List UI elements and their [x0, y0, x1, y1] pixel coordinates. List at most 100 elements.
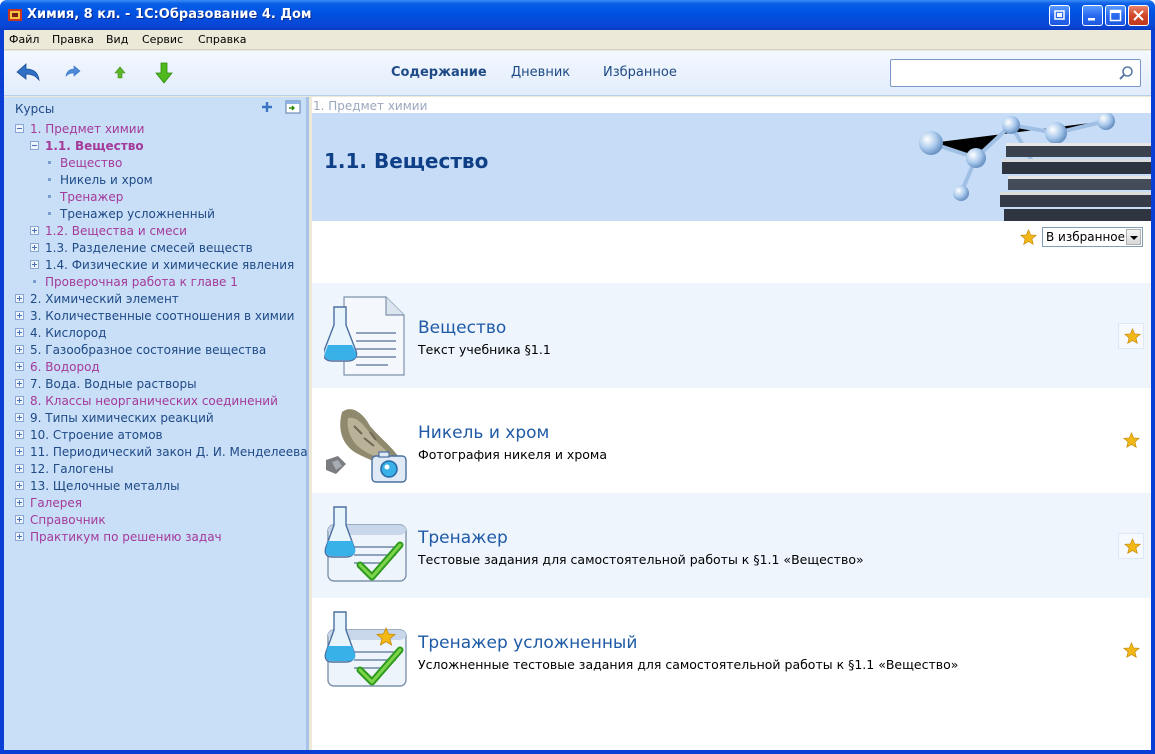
tree-item[interactable]: Проверочная работа к главе 1 — [4, 274, 304, 291]
menu-view[interactable]: Вид — [106, 33, 128, 46]
expand-icon[interactable] — [15, 413, 24, 422]
menu-service[interactable]: Сервис — [142, 33, 183, 46]
expand-icon[interactable] — [15, 294, 24, 303]
tree-item-label[interactable]: 11. Периодический закон Д. И. Менделеева — [30, 445, 308, 459]
expand-icon[interactable] — [15, 515, 24, 524]
menu-edit[interactable]: Правка — [52, 33, 94, 46]
tree-item[interactable]: 11. Периодический закон Д. И. Менделеева — [4, 444, 308, 461]
tree-item[interactable]: 8. Классы неорганических соединений — [4, 393, 304, 410]
tree-item-label[interactable]: 1.3. Разделение смесей веществ — [45, 241, 253, 255]
search-icon[interactable] — [1118, 65, 1134, 81]
tab-diary[interactable]: Дневник — [511, 65, 570, 80]
tab-favorites[interactable]: Избранное — [603, 65, 677, 80]
expand-icon[interactable] — [15, 464, 24, 473]
expand-icon[interactable] — [15, 362, 24, 371]
tree-item[interactable]: 10. Строение атомов — [4, 427, 304, 444]
tree-item[interactable]: Галерея — [4, 495, 304, 512]
tree-item-label[interactable]: Тренажер — [60, 190, 123, 204]
tree-item[interactable]: 12. Галогены — [4, 461, 304, 478]
add-icon[interactable] — [261, 101, 273, 113]
add-to-favorites-select[interactable]: В избранное — [1042, 227, 1143, 247]
tree-item-label[interactable]: Практикум по решению задач — [30, 530, 222, 544]
expand-icon[interactable] — [30, 260, 39, 269]
expand-icon[interactable] — [15, 481, 24, 490]
tree-item-label[interactable]: 8. Классы неорганических соединений — [30, 394, 278, 408]
tree-item[interactable]: 1.3. Разделение смесей веществ — [4, 240, 304, 257]
favorite-button[interactable] — [1118, 533, 1144, 559]
tree-item[interactable]: 1.2. Вещества и смеси — [4, 223, 304, 240]
tree-item[interactable]: Вещество — [4, 155, 304, 172]
back-button[interactable] — [13, 59, 43, 87]
list-item[interactable]: Никель и хром Фотография никеля и хрома — [312, 388, 1151, 493]
down-button[interactable] — [149, 59, 179, 87]
favorite-button[interactable] — [1118, 638, 1144, 664]
list-item[interactable]: Тренажер усложненный Усложненные тестовы… — [312, 598, 1151, 703]
tree-item-label[interactable]: 6. Водород — [30, 360, 100, 374]
forward-button[interactable] — [60, 59, 90, 87]
menu-file[interactable]: Файл — [9, 33, 39, 46]
tree-item-label[interactable]: Вещество — [60, 156, 122, 170]
tree-item[interactable]: 9. Типы химических реакций — [4, 410, 304, 427]
tree-item-label[interactable]: Справочник — [30, 513, 106, 527]
tree-item-label[interactable]: 5. Газообразное состояние вещества — [30, 343, 266, 357]
item-title[interactable]: Тренажер усложненный — [418, 633, 637, 653]
expand-icon[interactable] — [30, 243, 39, 252]
maximize-button[interactable] — [1105, 5, 1126, 26]
tree-item-label[interactable]: 10. Строение атомов — [30, 428, 163, 442]
menu-help[interactable]: Справка — [198, 33, 246, 46]
breadcrumb[interactable]: 1. Предмет химии — [313, 99, 427, 113]
expand-icon[interactable] — [15, 311, 24, 320]
tree-item[interactable]: 1. Предмет химии — [4, 121, 304, 138]
list-item[interactable]: Тренажер Тестовые задания для самостояте… — [312, 493, 1151, 598]
tree-item[interactable]: Никель и хром — [4, 172, 304, 189]
tree-item-label[interactable]: Галерея — [30, 496, 82, 510]
expand-icon[interactable] — [15, 430, 24, 439]
tree-item-label[interactable]: 13. Щелочные металлы — [30, 479, 180, 493]
tree-item-label[interactable]: Проверочная работа к главе 1 — [45, 275, 238, 289]
up-button[interactable] — [108, 59, 138, 87]
tree-item-label[interactable]: 7. Вода. Водные растворы — [30, 377, 197, 391]
tree-item[interactable]: 6. Водород — [4, 359, 304, 376]
list-item[interactable]: Вещество Текст учебника §1.1 — [312, 283, 1151, 388]
favorite-button[interactable] — [1118, 323, 1144, 349]
collapse-icon[interactable] — [30, 141, 39, 150]
tree-item-label[interactable]: 1.2. Вещества и смеси — [45, 224, 187, 238]
tree-item[interactable]: 1.4. Физические и химические явления — [4, 257, 304, 274]
tree-item[interactable]: Тренажер усложненный — [4, 206, 304, 223]
tree-item[interactable]: 1.1. Вещество — [4, 138, 304, 155]
item-title[interactable]: Вещество — [418, 318, 506, 338]
tree-item-label[interactable]: 12. Галогены — [30, 462, 114, 476]
restore-view-button[interactable] — [1049, 5, 1070, 26]
minimize-button[interactable] — [1082, 5, 1103, 26]
tab-contents[interactable]: Содержание — [391, 65, 487, 80]
export-icon[interactable] — [285, 100, 301, 114]
tree-item[interactable]: Практикум по решению задач — [4, 529, 304, 546]
expand-icon[interactable] — [30, 226, 39, 235]
expand-icon[interactable] — [15, 379, 24, 388]
tree-item-label[interactable]: 3. Количественные соотношения в химии — [30, 309, 294, 323]
tree-item[interactable]: 7. Вода. Водные растворы — [4, 376, 304, 393]
title-bar[interactable]: Химия, 8 кл. - 1С:Образование 4. Дом — [0, 0, 1155, 30]
tree-item-label[interactable]: 1. Предмет химии — [30, 122, 144, 136]
tree-item-label[interactable]: 4. Кислород — [30, 326, 106, 340]
expand-icon[interactable] — [15, 447, 24, 456]
close-button[interactable] — [1128, 5, 1149, 26]
tree-item[interactable]: 4. Кислород — [4, 325, 304, 342]
item-title[interactable]: Никель и хром — [418, 423, 549, 443]
tree-item-label[interactable]: 1.4. Физические и химические явления — [45, 258, 294, 272]
tree-item[interactable]: Тренажер — [4, 189, 304, 206]
expand-icon[interactable] — [15, 345, 24, 354]
tree-item-label[interactable]: 1.1. Вещество — [45, 139, 144, 153]
expand-icon[interactable] — [15, 396, 24, 405]
expand-icon[interactable] — [15, 532, 24, 541]
tree-item-label[interactable]: 2. Химический элемент — [30, 292, 179, 306]
tree-item-label[interactable]: 9. Типы химических реакций — [30, 411, 214, 425]
expand-icon[interactable] — [15, 328, 24, 337]
tree-item-label[interactable]: Тренажер усложненный — [60, 207, 215, 221]
expand-icon[interactable] — [15, 498, 24, 507]
collapse-icon[interactable] — [15, 124, 24, 133]
tree-item[interactable]: 13. Щелочные металлы — [4, 478, 304, 495]
search-input[interactable] — [895, 64, 1115, 82]
tree-item[interactable]: 3. Количественные соотношения в химии — [4, 308, 304, 325]
tree-item[interactable]: 5. Газообразное состояние вещества — [4, 342, 304, 359]
